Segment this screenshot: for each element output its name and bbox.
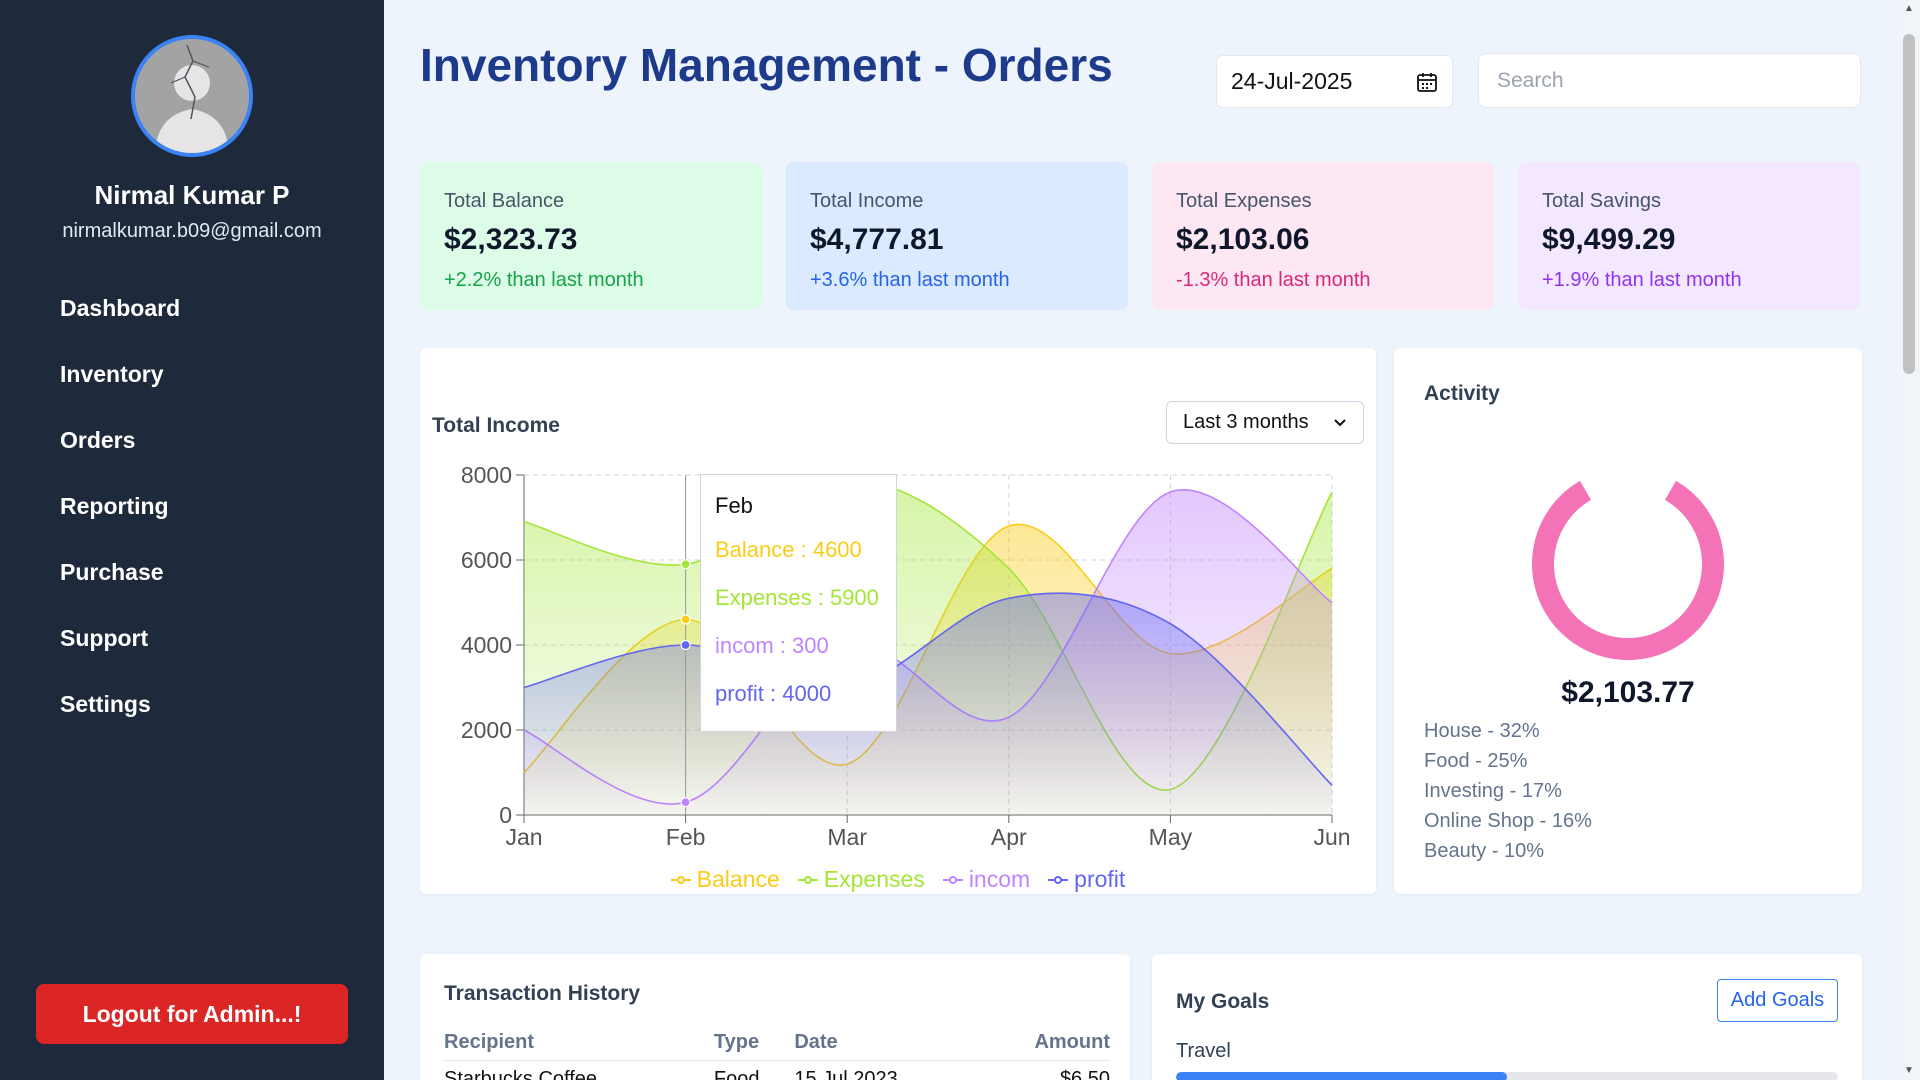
activity-amount: $2,103.77 xyxy=(1561,676,1695,709)
column-header: Recipient xyxy=(444,1026,714,1061)
user-name: Nirmal Kumar P xyxy=(94,180,290,210)
table-row[interactable]: Starbucks Coffee Food 15 Jul 2023 $6.50 xyxy=(444,1060,1110,1080)
stat-value: $4,777.81 xyxy=(810,223,944,256)
range-select[interactable]: Last 3 months xyxy=(1166,401,1364,444)
chevron-down-icon xyxy=(1334,418,1346,426)
add-goals-button[interactable]: Add Goals xyxy=(1717,979,1838,1022)
income-chart-panel: Total Income Last 3 months xyxy=(420,348,1376,894)
legend-item-balance[interactable]: Balance xyxy=(670,866,780,893)
avatar[interactable] xyxy=(131,35,253,157)
legend-label: Balance xyxy=(696,866,780,892)
activity-item: Beauty - 10% xyxy=(1424,840,1545,862)
stat-card-total-savings: Total Savings $9,499.29 +1.9% than last … xyxy=(1518,162,1860,310)
transaction-table: Recipient Type Date Amount Starbucks Cof… xyxy=(444,1026,1110,1080)
cell-recipient: Starbucks Coffee xyxy=(444,1067,598,1080)
transaction-history-panel: Transaction History Recipient Type Date … xyxy=(420,954,1130,1080)
panel-title: My Goals xyxy=(1176,990,1270,1013)
activity-list: House - 32% Food - 25% Investing - 17% O… xyxy=(1424,716,1592,866)
nav-item-inventory[interactable]: Inventory xyxy=(60,356,180,422)
cell-date: 15 Jul 2023 xyxy=(794,1067,898,1080)
panel-title: Activity xyxy=(1424,382,1500,405)
activity-donut-chart xyxy=(1532,480,1724,660)
stat-delta: +3.6% than last month xyxy=(810,269,1010,291)
scroll-down-icon[interactable]: ▼ xyxy=(1903,1064,1915,1078)
legend-item-expenses[interactable]: Expenses xyxy=(797,866,925,893)
legend-marker-icon xyxy=(942,875,963,885)
page-title: Inventory Management - Orders xyxy=(420,39,1113,91)
cell-type: Food xyxy=(713,1067,760,1080)
chart-legend: Balance Expenses incom profit xyxy=(420,866,1376,893)
nav-item-orders[interactable]: Orders xyxy=(60,422,180,488)
stat-card-total-expenses: Total Expenses $2,103.06 -1.3% than last… xyxy=(1152,162,1494,310)
stat-label: Total Income xyxy=(810,190,924,212)
tooltip-row-profit: profit : 4000 xyxy=(715,681,832,706)
tooltip-row-incom: incom : 300 xyxy=(715,633,829,658)
tooltip-title: Feb xyxy=(715,493,753,518)
stat-delta: +2.2% than last month xyxy=(444,269,644,291)
goal-progress-bar xyxy=(1176,1072,1838,1080)
legend-label: Expenses xyxy=(823,866,925,892)
activity-panel: Activity $2,103.77 House - 32% Food - 25… xyxy=(1394,348,1862,894)
user-placeholder-icon xyxy=(135,39,249,153)
stat-value: $2,103.06 xyxy=(1176,223,1310,256)
activity-item: Online Shop - 16% xyxy=(1424,810,1592,832)
sidebar: Nirmal Kumar P nirmalkumar.b09@gmail.com… xyxy=(0,0,384,1080)
panel-title: Total Income xyxy=(432,414,560,437)
range-value: Last 3 months xyxy=(1183,411,1309,433)
sidebar-nav: Dashboard Inventory Orders Reporting Pur… xyxy=(60,290,180,752)
stat-delta: +1.9% than last month xyxy=(1542,269,1742,291)
stat-value: $2,323.73 xyxy=(444,223,578,256)
search-input[interactable] xyxy=(1478,53,1861,108)
nav-item-support[interactable]: Support xyxy=(60,620,180,686)
date-value: 24-Jul-2025 xyxy=(1231,68,1353,94)
cell-amount: $6.50 xyxy=(1059,1067,1110,1080)
activity-item: House - 32% xyxy=(1424,720,1540,742)
nav-item-purchase[interactable]: Purchase xyxy=(60,554,180,620)
nav-item-reporting[interactable]: Reporting xyxy=(60,488,180,554)
column-header: Amount xyxy=(976,1026,1110,1061)
stat-label: Total Savings xyxy=(1542,190,1661,212)
stat-value: $9,499.29 xyxy=(1542,223,1676,256)
column-header: Date xyxy=(794,1026,977,1061)
legend-item-profit[interactable]: profit xyxy=(1048,866,1125,893)
scroll-thumb[interactable] xyxy=(1903,34,1915,374)
logout-button[interactable]: Logout for Admin...! xyxy=(36,984,348,1044)
tooltip-row-balance: Balance : 4600 xyxy=(715,537,862,562)
legend-marker-icon xyxy=(797,875,818,885)
nav-item-settings[interactable]: Settings xyxy=(60,686,180,752)
goal-progress-fill xyxy=(1176,1072,1507,1080)
nav-item-dashboard[interactable]: Dashboard xyxy=(60,290,180,356)
donut-ring xyxy=(1532,480,1724,660)
table-header-row: Recipient Type Date Amount xyxy=(444,1026,1110,1061)
legend-marker-icon xyxy=(670,875,691,885)
date-picker[interactable]: 24-Jul-2025 xyxy=(1216,55,1453,108)
stat-label: Total Balance xyxy=(444,190,565,212)
goal-label: Travel xyxy=(1176,1040,1231,1062)
stat-label: Total Expenses xyxy=(1176,190,1312,212)
panel-title: Transaction History xyxy=(444,982,641,1005)
stat-card-total-balance: Total Balance $2,323.73 +2.2% than last … xyxy=(420,162,762,310)
goals-panel: My Goals Add Goals Travel xyxy=(1152,954,1862,1080)
legend-label: profit xyxy=(1074,866,1126,892)
legend-item-incom[interactable]: incom xyxy=(942,866,1031,893)
stat-delta: -1.3% than last month xyxy=(1176,269,1371,291)
calendar-icon[interactable] xyxy=(1416,71,1438,93)
tooltip-row-expenses: Expenses : 5900 xyxy=(715,585,879,610)
column-header: Type xyxy=(713,1026,795,1061)
activity-item: Investing - 17% xyxy=(1424,780,1562,802)
scroll-up-icon[interactable]: ▲ xyxy=(1903,2,1915,16)
activity-item: Food - 25% xyxy=(1424,750,1528,772)
user-email: nirmalkumar.b09@gmail.com xyxy=(62,220,322,242)
legend-marker-icon xyxy=(1048,875,1069,885)
chart-tooltip: Feb Balance : 4600 Expenses : 5900 incom… xyxy=(700,474,897,732)
stat-card-total-income: Total Income $4,777.81 +3.6% than last m… xyxy=(786,162,1128,310)
legend-label: incom xyxy=(968,866,1031,892)
page-scrollbar[interactable]: ▲ ▼ xyxy=(1898,0,1920,1080)
